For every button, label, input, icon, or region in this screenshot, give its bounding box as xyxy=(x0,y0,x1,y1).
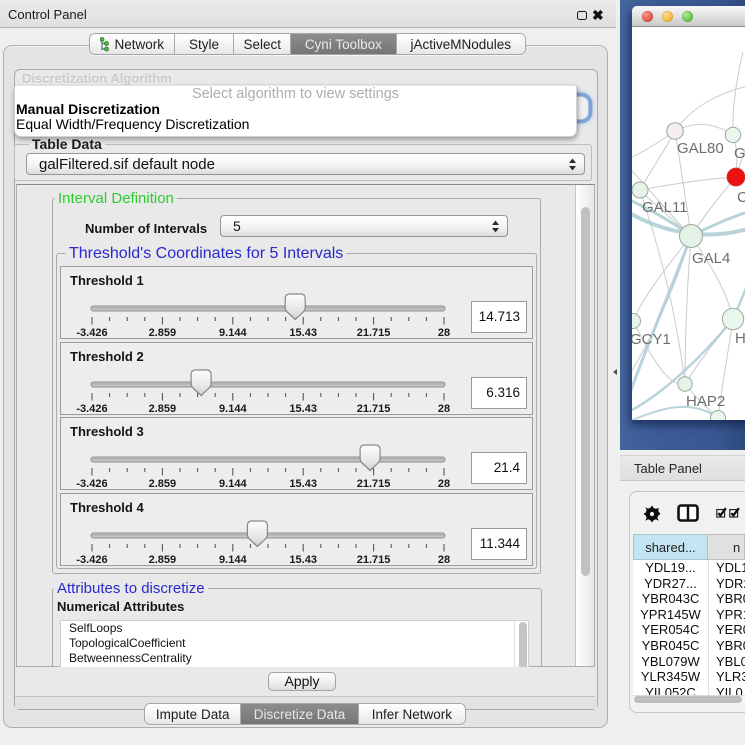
svg-text:GAL: GAL xyxy=(734,145,745,162)
svg-text:-3.426: -3.426 xyxy=(76,554,107,566)
svg-text:28: 28 xyxy=(438,554,450,566)
svg-text:21.715: 21.715 xyxy=(357,554,391,566)
svg-text:C: C xyxy=(737,189,745,206)
svg-text:9.144: 9.144 xyxy=(219,478,247,490)
svg-text:2.859: 2.859 xyxy=(149,478,177,490)
svg-text:2.859: 2.859 xyxy=(149,403,177,415)
svg-text:2.859: 2.859 xyxy=(149,554,177,566)
svg-text:9.144: 9.144 xyxy=(219,327,247,339)
svg-text:15.43: 15.43 xyxy=(289,478,317,490)
svg-text:GAL11: GAL11 xyxy=(642,199,688,216)
svg-text:15.43: 15.43 xyxy=(289,327,317,339)
svg-text:-3.426: -3.426 xyxy=(76,478,107,490)
svg-text:GAL4: GAL4 xyxy=(692,250,730,267)
svg-text:21.715: 21.715 xyxy=(357,327,391,339)
svg-text:15.43: 15.43 xyxy=(289,403,317,415)
svg-text:-3.426: -3.426 xyxy=(76,403,107,415)
svg-text:2.859: 2.859 xyxy=(149,327,177,339)
svg-text:-3.426: -3.426 xyxy=(76,327,107,339)
svg-text:28: 28 xyxy=(438,478,450,490)
svg-text:28: 28 xyxy=(438,327,450,339)
svg-text:H: H xyxy=(735,330,745,347)
svg-text:15.43: 15.43 xyxy=(289,554,317,566)
svg-text:21.715: 21.715 xyxy=(357,403,391,415)
svg-text:GCY1: GCY1 xyxy=(632,331,671,348)
svg-text:HAP2: HAP2 xyxy=(686,393,725,410)
svg-text:9.144: 9.144 xyxy=(219,554,247,566)
svg-text:GAL80: GAL80 xyxy=(677,140,724,157)
svg-text:9.144: 9.144 xyxy=(219,403,247,415)
svg-text:21.715: 21.715 xyxy=(357,478,391,490)
svg-text:28: 28 xyxy=(438,403,450,415)
